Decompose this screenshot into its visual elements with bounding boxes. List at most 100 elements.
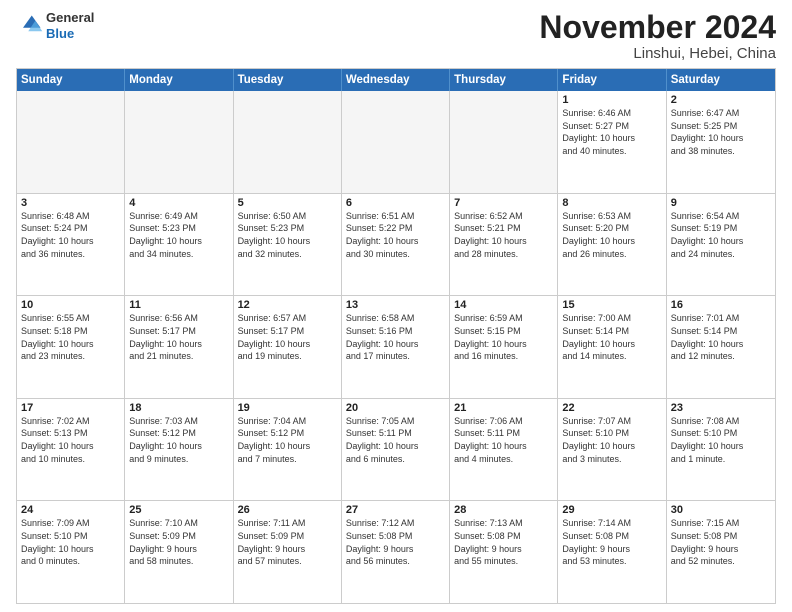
calendar-cell: 12Sunrise: 6:57 AM Sunset: 5:17 PM Dayli… — [234, 296, 342, 398]
day-number: 26 — [238, 504, 337, 516]
weekday-header: Monday — [125, 69, 233, 91]
day-number: 21 — [454, 402, 553, 414]
day-info: Sunrise: 6:54 AM Sunset: 5:19 PM Dayligh… — [671, 210, 771, 260]
day-number: 16 — [671, 299, 771, 311]
day-number: 3 — [21, 197, 120, 209]
calendar-cell: 15Sunrise: 7:00 AM Sunset: 5:14 PM Dayli… — [558, 296, 666, 398]
day-number: 1 — [562, 94, 661, 106]
calendar-cell: 2Sunrise: 6:47 AM Sunset: 5:25 PM Daylig… — [667, 91, 775, 193]
calendar-cell: 28Sunrise: 7:13 AM Sunset: 5:08 PM Dayli… — [450, 501, 558, 603]
day-info: Sunrise: 6:58 AM Sunset: 5:16 PM Dayligh… — [346, 312, 445, 362]
weekday-header: Wednesday — [342, 69, 450, 91]
calendar-cell: 30Sunrise: 7:15 AM Sunset: 5:08 PM Dayli… — [667, 501, 775, 603]
day-number: 14 — [454, 299, 553, 311]
calendar-cell: 5Sunrise: 6:50 AM Sunset: 5:23 PM Daylig… — [234, 194, 342, 296]
day-info: Sunrise: 6:53 AM Sunset: 5:20 PM Dayligh… — [562, 210, 661, 260]
day-info: Sunrise: 7:03 AM Sunset: 5:12 PM Dayligh… — [129, 415, 228, 465]
calendar-cell: 24Sunrise: 7:09 AM Sunset: 5:10 PM Dayli… — [17, 501, 125, 603]
day-info: Sunrise: 7:06 AM Sunset: 5:11 PM Dayligh… — [454, 415, 553, 465]
day-number: 22 — [562, 402, 661, 414]
day-number: 10 — [21, 299, 120, 311]
calendar-cell: 7Sunrise: 6:52 AM Sunset: 5:21 PM Daylig… — [450, 194, 558, 296]
calendar-cell — [17, 91, 125, 193]
calendar-cell — [125, 91, 233, 193]
weekday-header: Thursday — [450, 69, 558, 91]
day-number: 17 — [21, 402, 120, 414]
calendar-cell: 13Sunrise: 6:58 AM Sunset: 5:16 PM Dayli… — [342, 296, 450, 398]
calendar-row: 17Sunrise: 7:02 AM Sunset: 5:13 PM Dayli… — [17, 399, 775, 502]
day-info: Sunrise: 6:47 AM Sunset: 5:25 PM Dayligh… — [671, 107, 771, 157]
calendar-row: 1Sunrise: 6:46 AM Sunset: 5:27 PM Daylig… — [17, 91, 775, 194]
calendar-row: 3Sunrise: 6:48 AM Sunset: 5:24 PM Daylig… — [17, 194, 775, 297]
day-number: 12 — [238, 299, 337, 311]
calendar-cell: 6Sunrise: 6:51 AM Sunset: 5:22 PM Daylig… — [342, 194, 450, 296]
day-number: 24 — [21, 504, 120, 516]
day-info: Sunrise: 6:51 AM Sunset: 5:22 PM Dayligh… — [346, 210, 445, 260]
calendar-cell: 14Sunrise: 6:59 AM Sunset: 5:15 PM Dayli… — [450, 296, 558, 398]
title-area: November 2024 Linshui, Hebei, China — [539, 10, 776, 62]
day-number: 27 — [346, 504, 445, 516]
day-info: Sunrise: 6:50 AM Sunset: 5:23 PM Dayligh… — [238, 210, 337, 260]
weekday-header: Tuesday — [234, 69, 342, 91]
day-info: Sunrise: 7:01 AM Sunset: 5:14 PM Dayligh… — [671, 312, 771, 362]
day-info: Sunrise: 7:15 AM Sunset: 5:08 PM Dayligh… — [671, 517, 771, 567]
day-info: Sunrise: 6:52 AM Sunset: 5:21 PM Dayligh… — [454, 210, 553, 260]
month-title: November 2024 — [539, 10, 776, 45]
day-info: Sunrise: 7:13 AM Sunset: 5:08 PM Dayligh… — [454, 517, 553, 567]
day-number: 4 — [129, 197, 228, 209]
calendar-header: SundayMondayTuesdayWednesdayThursdayFrid… — [17, 69, 775, 91]
weekday-header: Saturday — [667, 69, 775, 91]
day-number: 5 — [238, 197, 337, 209]
day-info: Sunrise: 6:46 AM Sunset: 5:27 PM Dayligh… — [562, 107, 661, 157]
day-number: 30 — [671, 504, 771, 516]
calendar-cell: 16Sunrise: 7:01 AM Sunset: 5:14 PM Dayli… — [667, 296, 775, 398]
day-number: 2 — [671, 94, 771, 106]
calendar-cell: 1Sunrise: 6:46 AM Sunset: 5:27 PM Daylig… — [558, 91, 666, 193]
calendar-cell: 4Sunrise: 6:49 AM Sunset: 5:23 PM Daylig… — [125, 194, 233, 296]
day-number: 7 — [454, 197, 553, 209]
day-info: Sunrise: 7:09 AM Sunset: 5:10 PM Dayligh… — [21, 517, 120, 567]
calendar-cell: 29Sunrise: 7:14 AM Sunset: 5:08 PM Dayli… — [558, 501, 666, 603]
calendar-cell — [450, 91, 558, 193]
calendar-cell: 25Sunrise: 7:10 AM Sunset: 5:09 PM Dayli… — [125, 501, 233, 603]
day-info: Sunrise: 7:05 AM Sunset: 5:11 PM Dayligh… — [346, 415, 445, 465]
calendar-cell: 23Sunrise: 7:08 AM Sunset: 5:10 PM Dayli… — [667, 399, 775, 501]
page: General Blue November 2024 Linshui, Hebe… — [0, 0, 792, 612]
calendar-row: 24Sunrise: 7:09 AM Sunset: 5:10 PM Dayli… — [17, 501, 775, 603]
calendar-cell: 17Sunrise: 7:02 AM Sunset: 5:13 PM Dayli… — [17, 399, 125, 501]
day-number: 6 — [346, 197, 445, 209]
calendar-cell: 18Sunrise: 7:03 AM Sunset: 5:12 PM Dayli… — [125, 399, 233, 501]
header: General Blue November 2024 Linshui, Hebe… — [16, 10, 776, 62]
calendar-cell: 9Sunrise: 6:54 AM Sunset: 5:19 PM Daylig… — [667, 194, 775, 296]
day-number: 13 — [346, 299, 445, 311]
calendar-cell — [342, 91, 450, 193]
day-info: Sunrise: 7:12 AM Sunset: 5:08 PM Dayligh… — [346, 517, 445, 567]
calendar-cell — [234, 91, 342, 193]
calendar-cell: 21Sunrise: 7:06 AM Sunset: 5:11 PM Dayli… — [450, 399, 558, 501]
logo-blue: Blue — [46, 26, 74, 41]
logo-icon — [16, 12, 44, 40]
day-number: 28 — [454, 504, 553, 516]
calendar-row: 10Sunrise: 6:55 AM Sunset: 5:18 PM Dayli… — [17, 296, 775, 399]
day-info: Sunrise: 7:08 AM Sunset: 5:10 PM Dayligh… — [671, 415, 771, 465]
calendar-cell: 8Sunrise: 6:53 AM Sunset: 5:20 PM Daylig… — [558, 194, 666, 296]
day-info: Sunrise: 7:14 AM Sunset: 5:08 PM Dayligh… — [562, 517, 661, 567]
day-number: 8 — [562, 197, 661, 209]
calendar-cell: 10Sunrise: 6:55 AM Sunset: 5:18 PM Dayli… — [17, 296, 125, 398]
day-info: Sunrise: 6:49 AM Sunset: 5:23 PM Dayligh… — [129, 210, 228, 260]
calendar-cell: 11Sunrise: 6:56 AM Sunset: 5:17 PM Dayli… — [125, 296, 233, 398]
calendar: SundayMondayTuesdayWednesdayThursdayFrid… — [16, 68, 776, 604]
day-info: Sunrise: 6:56 AM Sunset: 5:17 PM Dayligh… — [129, 312, 228, 362]
day-number: 29 — [562, 504, 661, 516]
day-info: Sunrise: 6:57 AM Sunset: 5:17 PM Dayligh… — [238, 312, 337, 362]
day-info: Sunrise: 7:00 AM Sunset: 5:14 PM Dayligh… — [562, 312, 661, 362]
day-number: 11 — [129, 299, 228, 311]
day-info: Sunrise: 6:59 AM Sunset: 5:15 PM Dayligh… — [454, 312, 553, 362]
day-number: 18 — [129, 402, 228, 414]
day-info: Sunrise: 6:55 AM Sunset: 5:18 PM Dayligh… — [21, 312, 120, 362]
logo-text: General Blue — [46, 10, 94, 41]
day-info: Sunrise: 7:04 AM Sunset: 5:12 PM Dayligh… — [238, 415, 337, 465]
day-number: 19 — [238, 402, 337, 414]
calendar-cell: 27Sunrise: 7:12 AM Sunset: 5:08 PM Dayli… — [342, 501, 450, 603]
weekday-header: Friday — [558, 69, 666, 91]
